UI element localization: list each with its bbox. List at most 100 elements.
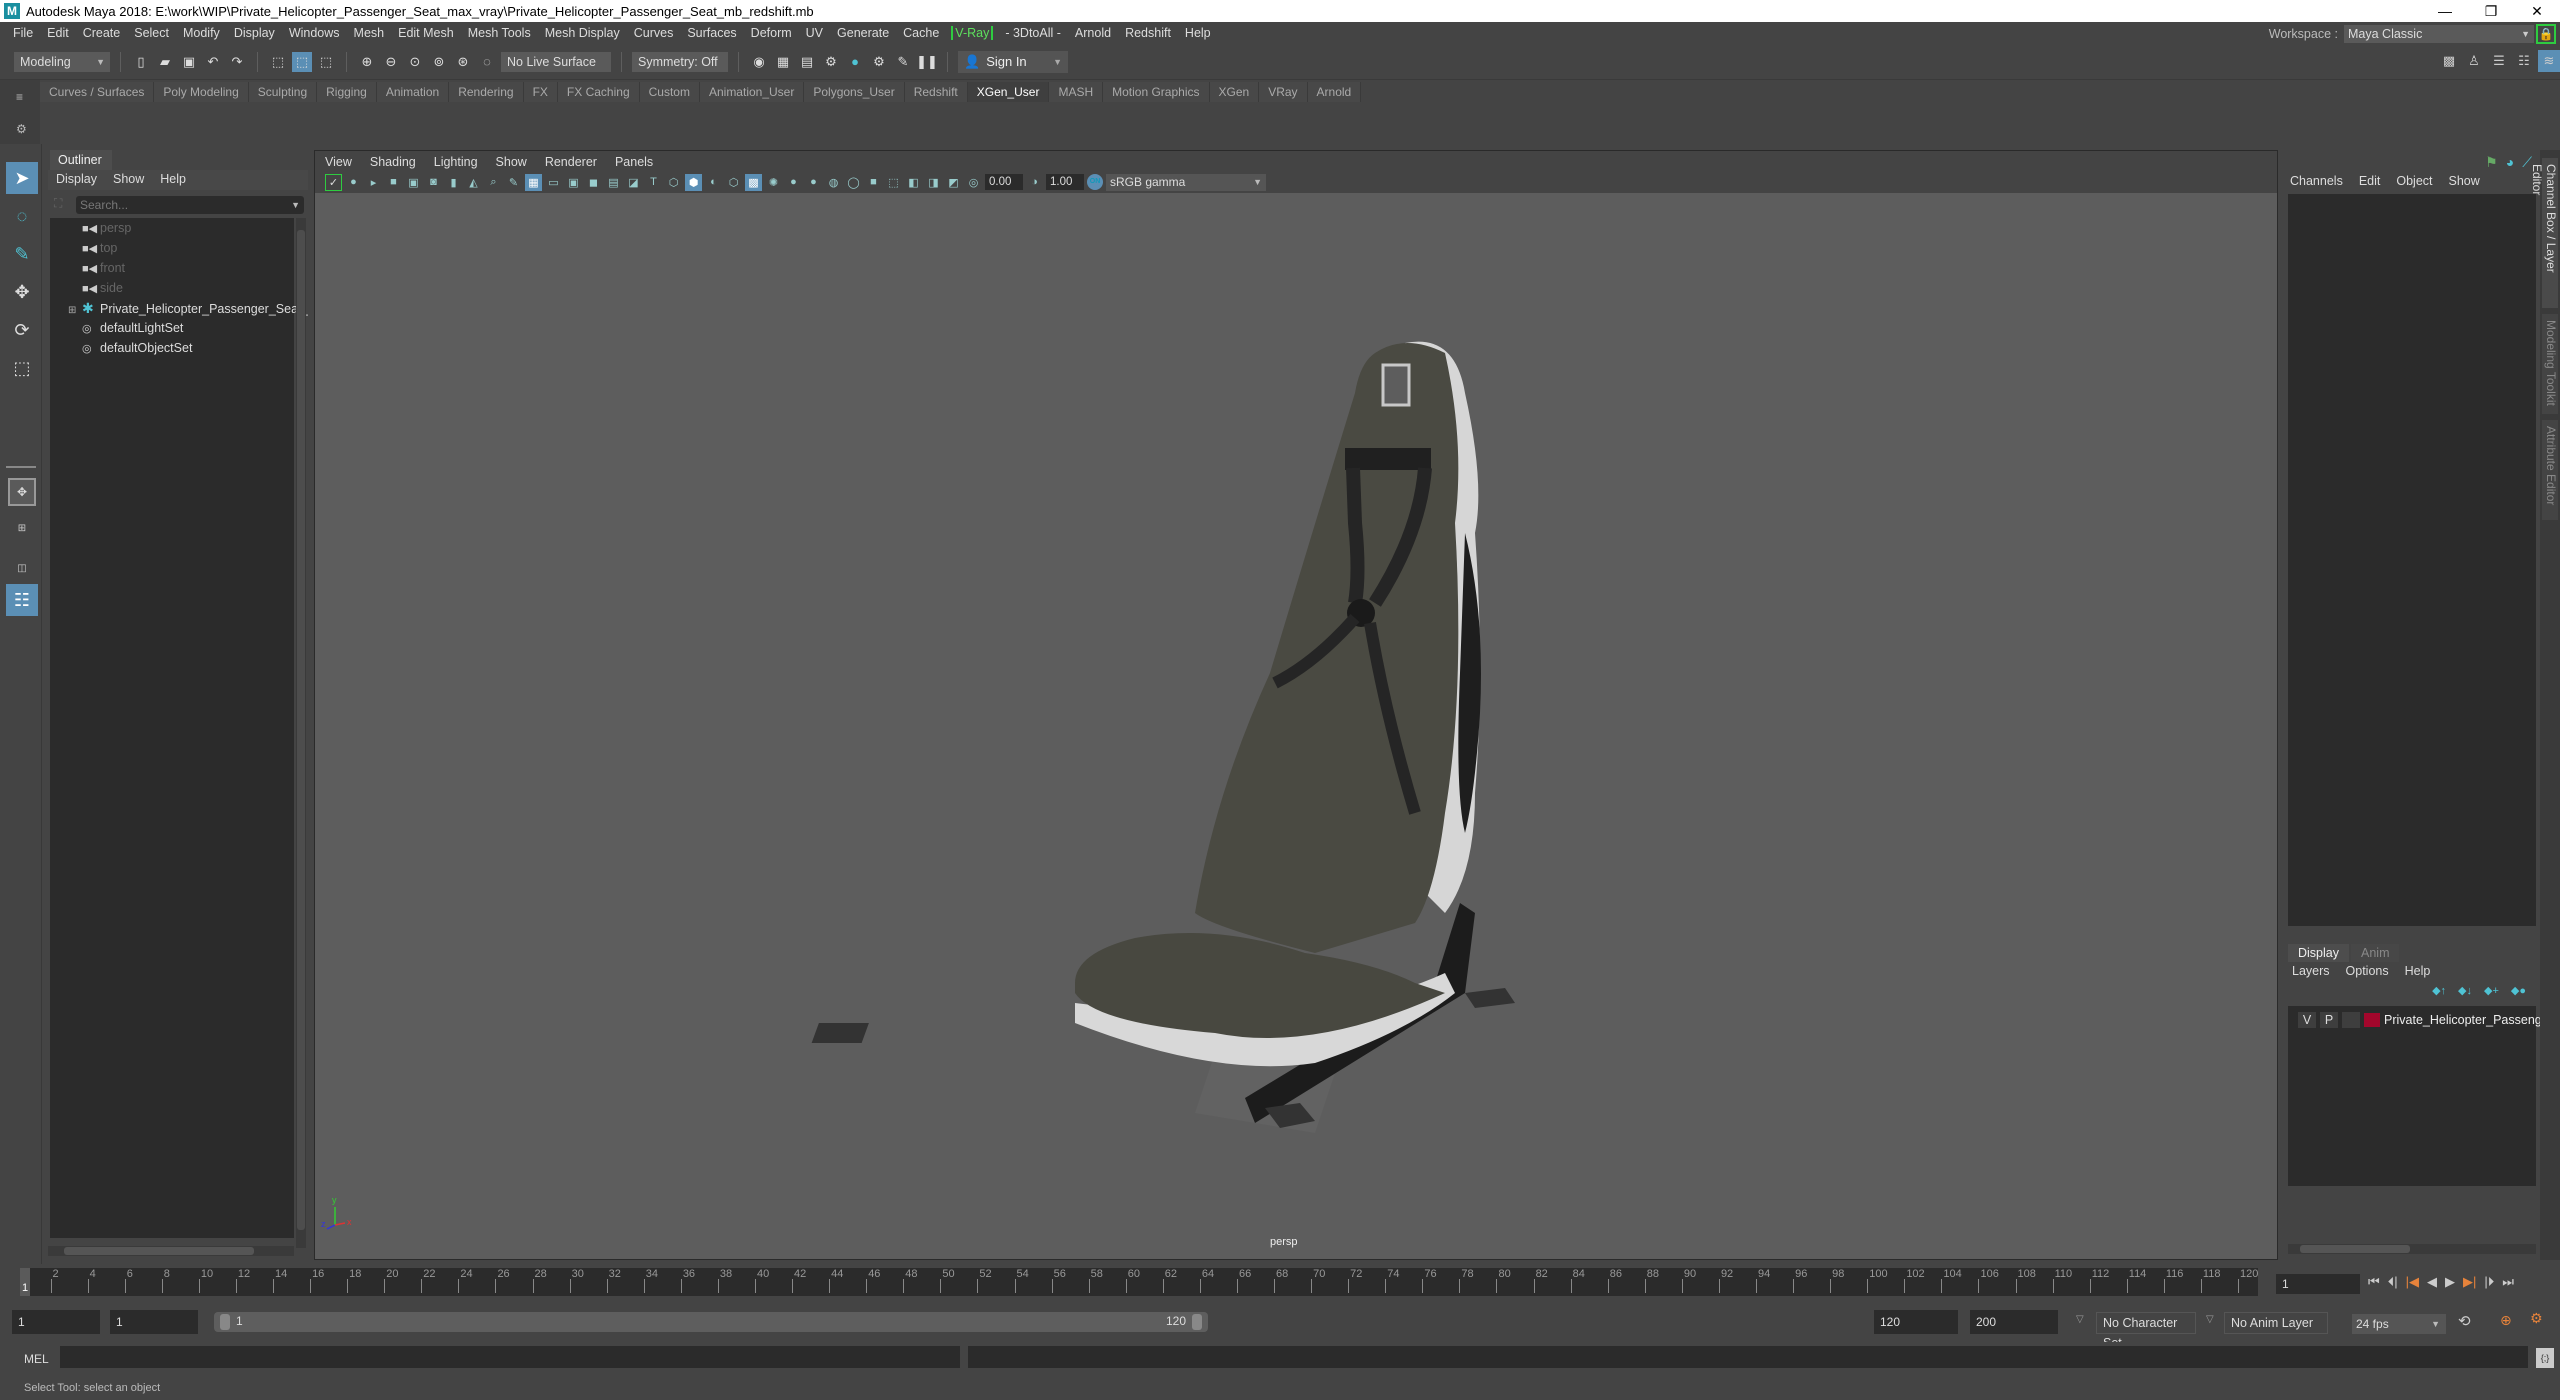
character-set-dropdown[interactable]: No Character Set [2096, 1312, 2196, 1350]
menu-mesh[interactable]: Mesh [347, 26, 392, 40]
shadows-icon[interactable]: ● [785, 174, 802, 191]
xray-components-icon[interactable]: ◩ [945, 174, 962, 191]
auto-key-icon[interactable]: ⊕ [2500, 1312, 2512, 1329]
shelf-tab-vray[interactable]: VRay [1259, 82, 1308, 102]
outliner-tab[interactable]: Outliner [50, 150, 112, 170]
animation-start-field[interactable]: 1 [12, 1310, 100, 1334]
shelf-tab-arnold[interactable]: Arnold [1307, 82, 1362, 102]
go-to-start-icon[interactable]: ⏮ [2368, 1274, 2380, 1290]
viewport-menu-panels[interactable]: Panels [615, 151, 653, 173]
outliner-item-front[interactable]: ■◀ front [82, 258, 322, 278]
menu-vray[interactable]: V-Ray [951, 26, 994, 40]
layer-color-swatch[interactable] [2364, 1013, 2380, 1027]
layer-tab-anim[interactable]: Anim [2351, 944, 2400, 962]
outliner-vertical-scrollbar[interactable] [296, 218, 306, 1248]
anim-layer-dropdown[interactable]: No Anim Layer [2224, 1312, 2328, 1334]
character-set-menu-icon[interactable]: ▽ [2076, 1314, 2084, 1325]
timeline-bar[interactable]: 1 2 4 6 8 10 12 14 16 18 20 22 24 26 28 30 32 34 36 38 40 42… [20, 1268, 2258, 1296]
menu-arnold[interactable]: Arnold [1068, 26, 1118, 40]
default-material-icon[interactable]: ◐ [705, 174, 722, 191]
script-editor-icon[interactable]: {;} [2536, 1348, 2554, 1368]
shelf-tab-xgen-user[interactable]: XGen_User [967, 82, 1050, 102]
gamma-field[interactable]: 1.00 [1046, 174, 1084, 190]
shelf-tab-rendering[interactable]: Rendering [449, 82, 524, 102]
menu-curves[interactable]: Curves [627, 26, 681, 40]
viewport-menu-view[interactable]: View [325, 151, 352, 173]
go-to-end-icon[interactable]: ⏭ [2502, 1274, 2514, 1290]
snap-point-icon[interactable]: ⊙ [405, 52, 425, 72]
shelf-tab-mash[interactable]: MASH [1049, 82, 1104, 102]
outliner-item-default-object-set[interactable]: ◎ defaultObjectSet [82, 338, 322, 358]
color-space-dropdown[interactable]: sRGB gamma [1106, 173, 1266, 191]
workspace-dropdown[interactable]: Maya Classic [2344, 25, 2534, 43]
channel-menu-object[interactable]: Object [2396, 174, 2432, 188]
range-slider[interactable]: 1 120 [214, 1312, 1208, 1332]
menu-mesh-display[interactable]: Mesh Display [538, 26, 627, 40]
single-perspective-layout-icon[interactable]: ✥ [8, 478, 36, 506]
shelf-tab-motion-graphics[interactable]: Motion Graphics [1103, 82, 1210, 102]
modeling-toolkit-icon[interactable]: ▩ [2438, 50, 2460, 72]
motion-blur-icon[interactable]: ◍ [825, 174, 842, 191]
shelf-tab-poly-modeling[interactable]: Poly Modeling [154, 82, 249, 102]
speed-icon[interactable]: ◕ [2506, 154, 2514, 171]
shelf-tab-redshift[interactable]: Redshift [904, 82, 968, 102]
animation-preferences-icon[interactable]: ⚙ [2530, 1310, 2543, 1327]
layer-menu-options[interactable]: Options [2346, 964, 2389, 978]
menu-modify[interactable]: Modify [176, 26, 227, 40]
menu-edit-mesh[interactable]: Edit Mesh [391, 26, 461, 40]
layer-menu-layers[interactable]: Layers [2292, 964, 2330, 978]
outliner-layout-icon[interactable]: ☷ [6, 584, 38, 616]
sign-in-button[interactable]: 👤 Sign In [958, 50, 1068, 73]
select-tool-icon[interactable]: ➤ [6, 162, 38, 194]
color-management-toggle[interactable]: ON [1087, 174, 1103, 190]
outliner-item-top[interactable]: ■◀ top [82, 238, 322, 258]
make-live-icon[interactable]: ◌ [477, 52, 497, 72]
outliner-item-seat[interactable]: ⊞ ✱ Private_Helicopter_Passenger_Seat_n [68, 298, 308, 318]
minimize-button[interactable]: — [2422, 0, 2468, 22]
scrollbar-thumb[interactable] [2300, 1245, 2410, 1253]
restore-button[interactable]: ❐ [2468, 0, 2514, 22]
shelf-tab-curves-surfaces[interactable]: Curves / Surfaces [40, 82, 155, 102]
shelf-tab-polygons-user[interactable]: Polygons_User [804, 82, 905, 102]
menu-create[interactable]: Create [76, 26, 128, 40]
shelf-tab-animation-user[interactable]: Animation_User [699, 82, 805, 102]
lasso-tool-icon[interactable]: ◌ [6, 200, 38, 232]
playback-start-field[interactable]: 1 [110, 1310, 198, 1334]
manipulator-icon[interactable]: ⚑ [2485, 154, 2498, 171]
paint-select-tool-icon[interactable]: ✎ [6, 238, 38, 270]
layer-name[interactable]: Private_Helicopter_Passenger_ [2384, 1013, 2560, 1027]
xray-joints-icon[interactable]: ◨ [925, 174, 942, 191]
menu-help[interactable]: Help [1178, 26, 1218, 40]
exposure-field[interactable]: 0.00 [985, 174, 1023, 190]
outliner-search-input[interactable]: Search... [76, 196, 304, 214]
layer-playback-toggle[interactable]: P [2320, 1012, 2338, 1028]
camera-attr-icon[interactable]: ◙ [425, 174, 442, 191]
bookmark-icon[interactable]: ▸ [365, 174, 382, 191]
open-scene-icon[interactable]: ▰ [155, 52, 175, 72]
channel-menu-channels[interactable]: Channels [2290, 174, 2343, 188]
save-scene-icon[interactable]: ▣ [179, 52, 199, 72]
gate-mask-icon[interactable]: ◼ [585, 174, 602, 191]
light-editor-icon[interactable]: ✎ [893, 52, 913, 72]
side-tab-channel-box[interactable]: Channel Box / Layer Editor [2530, 158, 2558, 308]
safe-title-icon[interactable]: T [645, 174, 662, 191]
scrollbar-thumb[interactable] [64, 1247, 254, 1255]
depth-of-field-icon[interactable]: ■ [865, 174, 882, 191]
playback-end-field[interactable]: 120 [1874, 1310, 1958, 1334]
outliner-item-persp[interactable]: ■◀ persp [82, 218, 322, 238]
anim-layer-menu-icon[interactable]: ▽ [2206, 1314, 2214, 1325]
expand-icon[interactable]: ⊞ [68, 301, 82, 318]
resolution-gate-icon[interactable]: ▣ [565, 174, 582, 191]
tool-settings-icon[interactable]: ☷ [2513, 50, 2535, 72]
range-start-handle[interactable] [220, 1314, 230, 1330]
channel-menu-show[interactable]: Show [2449, 174, 2480, 188]
render-view-icon[interactable]: ◉ [749, 52, 769, 72]
menu-generate[interactable]: Generate [830, 26, 896, 40]
menu-file[interactable]: File [6, 26, 40, 40]
menu-3dtoall[interactable]: - 3DtoAll - [998, 26, 1068, 40]
persp-outliner-layout-icon[interactable]: ◫ [8, 554, 36, 582]
2d-pan-zoom-icon[interactable]: ⌕ [485, 174, 502, 191]
step-back-key-icon[interactable]: |◀ [2406, 1274, 2419, 1290]
select-object-icon[interactable]: ⬚ [292, 51, 312, 72]
scale-tool-icon[interactable]: ⬚ [6, 352, 38, 384]
